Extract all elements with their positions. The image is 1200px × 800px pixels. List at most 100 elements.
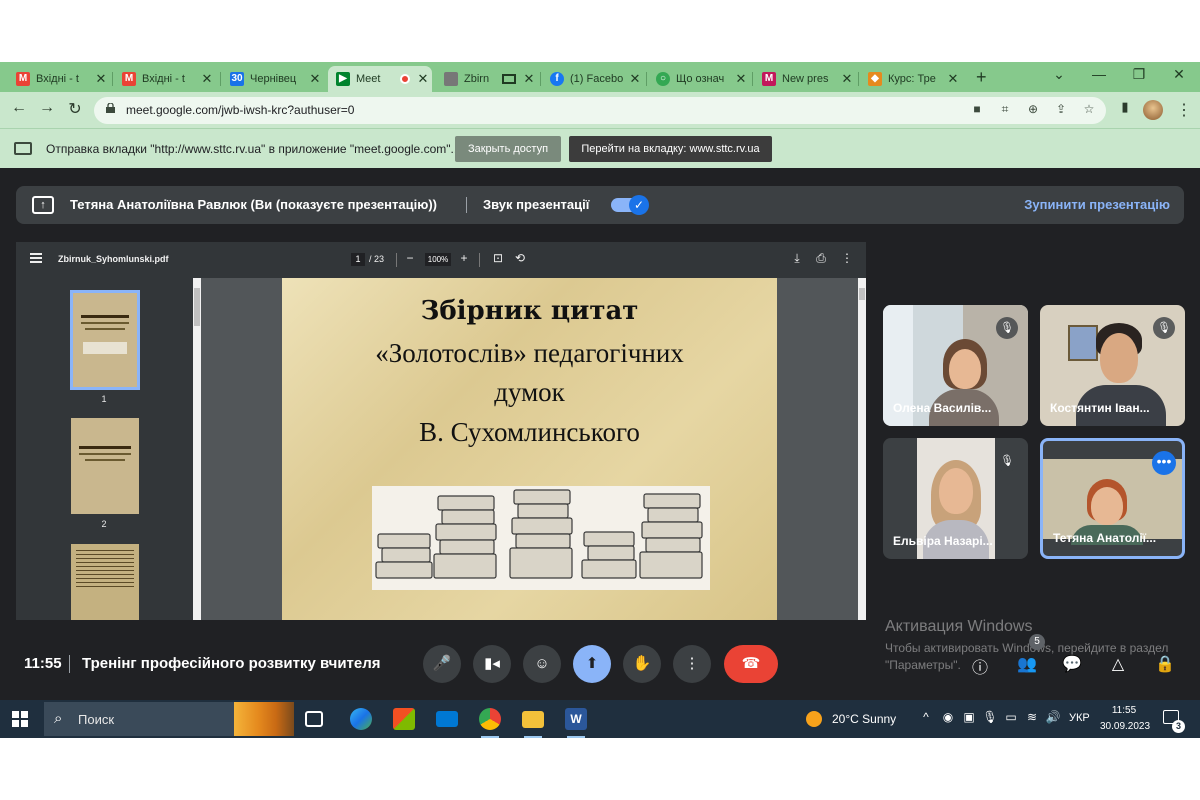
language-indicator[interactable]: УКР [1069, 712, 1090, 724]
edge-icon[interactable] [350, 708, 372, 730]
tab-slides[interactable]: M New pres ✕ [754, 66, 856, 92]
close-window-button[interactable]: ✕ [1165, 66, 1193, 83]
windows-logo-pane [21, 720, 28, 727]
mail-icon[interactable] [436, 711, 458, 727]
stop-sharing-button[interactable]: Закрыть доступ [455, 136, 561, 162]
tab-pdf[interactable]: Zbirn ✕ [436, 66, 538, 92]
stop-presenting-button[interactable]: Зупинити презентацію [1024, 197, 1170, 212]
word-icon[interactable]: W [565, 708, 587, 730]
chevron-up-icon[interactable]: ^ [918, 710, 934, 724]
close-icon[interactable]: ✕ [944, 71, 962, 87]
close-icon[interactable]: ✕ [838, 71, 856, 87]
fit-page-icon[interactable]: ⊡ [491, 251, 505, 265]
forward-button[interactable]: → [36, 99, 58, 117]
back-button[interactable]: ← [8, 99, 30, 117]
thumbnail-image [83, 342, 127, 354]
file-explorer-icon[interactable] [522, 711, 544, 728]
page-scrollbar[interactable] [858, 278, 866, 620]
page-thumbnail[interactable] [70, 290, 140, 390]
go-to-tab-button[interactable]: Перейти на вкладку: www.sttc.rv.ua [569, 136, 772, 162]
tab-globe[interactable]: ○ Що означ ✕ [648, 66, 750, 92]
raise-hand-button[interactable]: ✋ [623, 645, 661, 683]
menu-icon[interactable] [30, 253, 42, 263]
weather-text[interactable]: 20°C Sunny [832, 712, 896, 726]
minimize-button[interactable]: — [1085, 66, 1113, 82]
activities-icon[interactable]: △ [1107, 654, 1129, 674]
more-options-button[interactable]: ⋮ [673, 645, 711, 683]
zoom-out-icon[interactable]: − [403, 251, 417, 265]
tab-separator [646, 72, 647, 86]
microphone-button[interactable]: 🎤 [423, 645, 461, 683]
page-thumbnail[interactable] [71, 544, 139, 620]
close-icon[interactable]: ✕ [626, 71, 644, 87]
close-icon[interactable]: ✕ [92, 71, 110, 87]
participant-video [949, 349, 981, 389]
close-icon[interactable]: ✕ [520, 71, 538, 87]
new-tab-button[interactable]: + [976, 67, 987, 88]
page-thumbnail[interactable] [71, 418, 139, 514]
video-background [1068, 325, 1098, 361]
thumbnail-scrollbar[interactable] [193, 278, 201, 620]
tab-meet[interactable]: ▶ Meet ✕ [328, 66, 432, 92]
page-text-line: В. Сухомлинського [419, 417, 640, 447]
restore-button[interactable]: ❐ [1125, 66, 1153, 83]
share-icon[interactable]: ⇪ [1052, 102, 1070, 116]
tab-gmail-2[interactable]: M Вхідні - t ✕ [114, 66, 216, 92]
download-icon[interactable]: ⤓ [790, 251, 804, 266]
taskbar-search[interactable]: ⌕ Поиск [44, 702, 294, 736]
participant-tile[interactable]: 🎙 Олена Василів... [883, 305, 1028, 426]
chevron-down-icon[interactable]: ⌄ [1045, 66, 1073, 83]
bookmark-star-icon[interactable]: ☆ [1080, 102, 1098, 116]
more-vert-icon[interactable]: ⋮ [840, 251, 854, 265]
tab-calendar[interactable]: 30 Чернівец ✕ [222, 66, 324, 92]
leave-call-button[interactable]: ☎ [724, 645, 778, 683]
taskbar-date[interactable]: 30.09.2023 [1100, 721, 1150, 732]
store-icon[interactable] [393, 708, 415, 730]
present-button[interactable]: ⬆ [573, 645, 611, 683]
microphone-tray-icon[interactable]: 🎙 [982, 710, 998, 724]
record-icon[interactable]: ◉ [940, 710, 956, 724]
wifi-icon[interactable]: ≋ [1024, 710, 1040, 724]
close-icon[interactable]: ✕ [198, 71, 216, 87]
reload-button[interactable]: ↻ [64, 99, 86, 119]
camera-icon[interactable]: ■ [968, 102, 986, 116]
presentation-sound-toggle[interactable]: ✓ [611, 195, 649, 215]
tab-gmail-1[interactable]: M Вхідні - t ✕ [8, 66, 110, 92]
meeting-info-icon[interactable]: ⓘ [969, 654, 991, 678]
tab-facebook[interactable]: f (1) Facebo ✕ [542, 66, 644, 92]
people-icon[interactable]: 👥 [1016, 654, 1038, 674]
translate-icon[interactable]: ⌗ [996, 102, 1014, 117]
zoom-level-input[interactable]: 100% [425, 253, 451, 266]
page-number-input[interactable]: 1 [351, 253, 365, 266]
taskbar-time[interactable]: 11:55 [1104, 705, 1144, 716]
browser-menu-icon[interactable]: ⋮ [1176, 100, 1192, 120]
thumbnail-scrollbar-thumb[interactable] [194, 288, 200, 326]
rotate-icon[interactable]: ⟲ [513, 251, 527, 265]
avatar[interactable] [1143, 100, 1163, 120]
close-icon[interactable]: ✕ [414, 71, 432, 87]
chrome-icon[interactable] [479, 708, 501, 730]
windows-start-icon[interactable] [12, 711, 28, 727]
participant-tile-self[interactable]: ••• Тетяна Анатолії... [1040, 438, 1185, 559]
participant-tile[interactable]: 🎙 Ельвіра Назарі... [883, 438, 1028, 559]
meet-tray-icon[interactable]: ▣ [961, 710, 977, 724]
participant-tile[interactable]: 🎙 Костянтин Іван... [1040, 305, 1185, 426]
more-options-icon[interactable]: ••• [1152, 451, 1176, 475]
host-controls-icon[interactable]: 🔒 [1154, 654, 1176, 674]
tab-course[interactable]: ◆ Курс: Тре ✕ [860, 66, 962, 92]
zoom-icon[interactable]: ⊕ [1024, 102, 1042, 116]
presenter-name: Тетяна Анатоліївна Равлюк (Ви (показуєте… [70, 197, 437, 212]
battery-icon[interactable]: ▭ [1003, 710, 1019, 724]
address-bar[interactable]: meet.google.com/jwb-iwsh-krc?authuser=0 … [94, 97, 1106, 124]
close-icon[interactable]: ✕ [306, 71, 324, 87]
close-icon[interactable]: ✕ [732, 71, 750, 87]
page-scrollbar-thumb[interactable] [859, 288, 865, 300]
side-panel-icon[interactable]: ▮ [1114, 99, 1136, 115]
print-icon[interactable]: ⎙ [814, 251, 828, 266]
task-view-icon[interactable] [305, 711, 323, 727]
volume-icon[interactable]: 🔊 [1045, 710, 1061, 724]
reactions-button[interactable]: ☺ [523, 645, 561, 683]
chat-icon[interactable]: 💬 [1061, 654, 1083, 674]
zoom-in-icon[interactable]: + [457, 251, 471, 265]
camera-button[interactable]: ▮◂ [473, 645, 511, 683]
